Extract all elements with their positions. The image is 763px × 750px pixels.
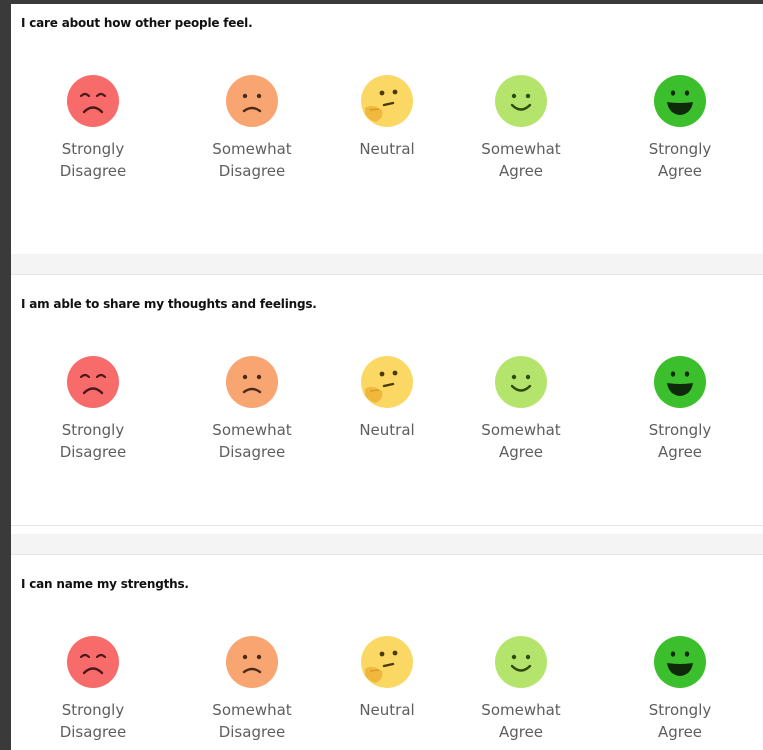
option-label: Strongly Agree [648, 701, 712, 741]
option-label: Somewhat Disagree [212, 701, 292, 741]
big-smile-face-icon [654, 75, 706, 127]
thinking-face-icon [361, 356, 413, 408]
option-neutral[interactable]: Neutral [327, 74, 447, 160]
thinking-face-icon [361, 636, 413, 688]
thinking-face-icon [361, 75, 413, 127]
sad-face-icon [226, 356, 278, 408]
option-label: Somewhat Agree [481, 701, 561, 741]
option-somewhat-agree[interactable]: Somewhat Agree [461, 635, 581, 743]
option-strongly-agree[interactable]: Strongly Agree [620, 74, 740, 182]
survey-page: I care about how other people feel. Stro… [11, 4, 763, 750]
option-label: Neutral [359, 140, 415, 158]
option-label: Somewhat Disagree [212, 421, 292, 461]
smile-face-icon [495, 75, 547, 127]
smile-face-icon [495, 636, 547, 688]
option-label: Neutral [359, 701, 415, 719]
question-title: I am able to share my thoughts and feeli… [21, 297, 317, 311]
option-somewhat-agree[interactable]: Somewhat Agree [461, 74, 581, 182]
section-divider [11, 254, 763, 274]
sad-face-icon [226, 636, 278, 688]
option-strongly-agree[interactable]: Strongly Agree [620, 635, 740, 743]
option-neutral[interactable]: Neutral [327, 635, 447, 721]
option-somewhat-disagree[interactable]: Somewhat Disagree [192, 74, 312, 182]
question-card-1: I care about how other people feel. Stro… [11, 4, 763, 255]
option-label: Somewhat Agree [481, 140, 561, 180]
big-smile-face-icon [654, 356, 706, 408]
big-smile-face-icon [654, 636, 706, 688]
option-strongly-disagree[interactable]: Strongly Disagree [33, 635, 153, 743]
option-label: Strongly Agree [648, 421, 712, 461]
option-label: Somewhat Agree [481, 421, 561, 461]
option-label: Somewhat Disagree [212, 140, 292, 180]
question-card-3: I can name my strengths. Strongly Disagr… [11, 554, 763, 750]
section-divider [11, 534, 763, 554]
option-somewhat-disagree[interactable]: Somewhat Disagree [192, 635, 312, 743]
question-title: I care about how other people feel. [21, 16, 253, 30]
option-neutral[interactable]: Neutral [327, 355, 447, 441]
option-label: Strongly Disagree [59, 140, 127, 180]
very-sad-face-icon [67, 636, 119, 688]
smile-face-icon [495, 356, 547, 408]
very-sad-face-icon [67, 356, 119, 408]
option-strongly-disagree[interactable]: Strongly Disagree [33, 355, 153, 463]
option-label: Strongly Agree [648, 140, 712, 180]
option-label: Strongly Disagree [59, 701, 127, 741]
very-sad-face-icon [67, 75, 119, 127]
option-strongly-disagree[interactable]: Strongly Disagree [33, 74, 153, 182]
option-somewhat-disagree[interactable]: Somewhat Disagree [192, 355, 312, 463]
sad-face-icon [226, 75, 278, 127]
question-card-2: I am able to share my thoughts and feeli… [11, 274, 763, 526]
question-title: I can name my strengths. [21, 577, 189, 591]
option-label: Strongly Disagree [59, 421, 127, 461]
option-strongly-agree[interactable]: Strongly Agree [620, 355, 740, 463]
option-label: Neutral [359, 421, 415, 439]
option-somewhat-agree[interactable]: Somewhat Agree [461, 355, 581, 463]
